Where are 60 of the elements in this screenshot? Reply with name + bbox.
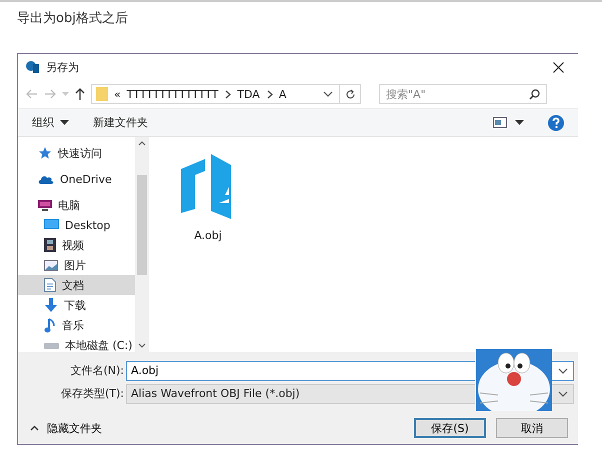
scrollbar[interactable] <box>135 137 149 352</box>
dropdown-button[interactable] <box>552 384 574 404</box>
caret-icon <box>515 120 524 126</box>
sidebar-item[interactable]: OneDrive <box>18 169 135 189</box>
search-field[interactable]: 搜索"A" <box>379 84 547 104</box>
sidebar-item[interactable]: 本地磁盘 (C:) <box>18 335 135 352</box>
path-overflow-text[interactable]: « <box>114 88 121 100</box>
view-options-icon[interactable] <box>493 117 507 128</box>
sidebar-item[interactable]: 快速访问 <box>18 143 135 163</box>
sidebar-item[interactable]: 视频 <box>18 235 135 255</box>
document-icon <box>44 278 56 292</box>
sidebar-item[interactable]: Desktop <box>18 215 135 235</box>
address-bar[interactable]: « TTTTTTTTTTTTTT TDA A <box>91 84 361 104</box>
refresh-icon <box>344 88 356 100</box>
cloud-icon <box>38 174 54 184</box>
sidebar-item[interactable]: 下载 <box>18 295 135 315</box>
sidebar-item[interactable]: 图片 <box>18 255 135 275</box>
dropdown-button[interactable] <box>552 360 574 380</box>
music-note-icon <box>44 318 56 332</box>
drive-icon <box>44 341 59 349</box>
organize-menu[interactable]: 组织 <box>32 115 69 130</box>
dropdown-chevron-icon[interactable] <box>558 390 568 396</box>
dropdown-chevron-icon[interactable] <box>558 368 568 374</box>
sidebar-item[interactable]: 音乐 <box>18 315 135 335</box>
file-name-label: 文件名(N): <box>69 363 125 378</box>
save-button[interactable]: 保存(S) <box>414 418 486 438</box>
path-segment[interactable]: TDA <box>237 88 260 100</box>
dialog-title: 另存为 <box>46 60 80 74</box>
desktop-icon <box>44 219 59 231</box>
picture-icon <box>44 260 58 270</box>
dropdown-chevron-icon[interactable] <box>323 91 333 97</box>
new-folder-button[interactable]: 新建文件夹 <box>93 115 148 130</box>
scroll-down-icon[interactable] <box>138 343 146 348</box>
file-type-dropdown[interactable]: Alias Wavefront OBJ File (*.obj) <box>126 384 475 404</box>
search-icon <box>529 88 540 100</box>
path-segment[interactable]: A <box>278 88 286 100</box>
path-segment[interactable]: TTTTTTTTTTTTTT <box>126 88 218 100</box>
star-icon <box>38 146 52 160</box>
page-heading: 导出为obj格式之后 <box>17 10 129 27</box>
chevron-icon <box>224 90 232 98</box>
file-name-input[interactable]: A.obj <box>131 364 471 377</box>
file-item[interactable]: A.obj <box>173 151 243 242</box>
folder-icon <box>96 87 108 101</box>
sidebar-item[interactable]: 电脑 <box>18 195 135 215</box>
sidebar-item[interactable]: 文档 <box>18 275 135 295</box>
download-arrow-icon <box>44 298 58 312</box>
film-icon <box>44 238 56 252</box>
caret-up-icon <box>30 425 39 431</box>
cancel-button[interactable]: 取消 <box>496 418 568 438</box>
search-input[interactable]: 搜索"A" <box>386 88 506 100</box>
chevron-icon <box>266 90 273 98</box>
computer-icon <box>38 199 52 211</box>
up-arrow-icon[interactable] <box>75 88 85 100</box>
file-type-label: 保存类型(T): <box>60 386 125 401</box>
caret-icon <box>60 120 69 126</box>
file-name-field[interactable]: A.obj <box>126 360 475 380</box>
hide-folders-toggle[interactable]: 隐藏文件夹 <box>30 420 102 436</box>
scroll-up-icon[interactable] <box>138 141 146 146</box>
app-icon <box>26 60 40 74</box>
help-icon[interactable] <box>548 114 564 130</box>
